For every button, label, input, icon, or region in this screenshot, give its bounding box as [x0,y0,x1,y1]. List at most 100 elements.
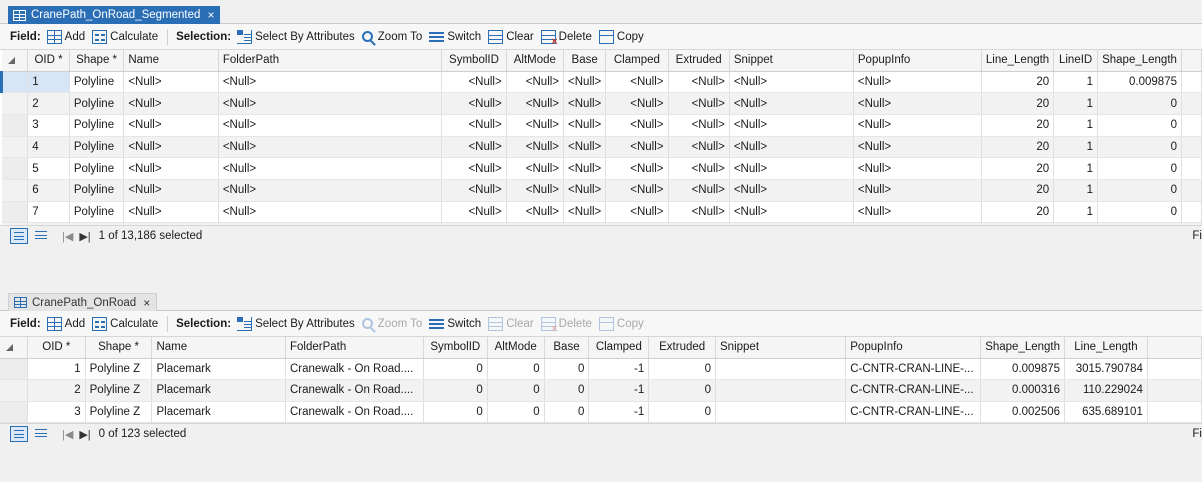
table-cell[interactable]: 110.229024 [1064,379,1148,402]
table-row[interactable]: 3 Polyline <Null> <Null> <Null> <Null> <Null> <… [1,114,1202,137]
table-cell[interactable]: 0 [648,379,717,402]
first-record-icon[interactable]: |◀ [62,230,73,243]
zoom-to-button[interactable]: Zoom To [361,318,422,330]
table-cell[interactable]: <Null> [123,179,219,202]
table-cell[interactable]: <Null> [441,157,507,180]
table-row[interactable]: 1 Polyline <Null> <Null> <Null> <Null> <Null> <… [0,71,1202,94]
column-header[interactable]: Base [563,50,607,72]
table-cell[interactable]: <Null> [605,92,669,115]
table-cell[interactable]: -1 [588,379,650,402]
oid-cell[interactable]: 3 [27,401,86,423]
table-cell[interactable]: <Null> [441,71,507,94]
oid-cell[interactable]: 1 [27,358,86,380]
column-header[interactable]: AltMode [506,50,565,72]
table-cell[interactable] [715,401,847,423]
column-header[interactable]: Name [151,337,286,359]
table-row[interactable]: 6 Polyline <Null> <Null> <Null> <Null> <Null> <… [1,179,1202,202]
table-cell[interactable]: <Null> [123,201,219,224]
table-cell[interactable]: <Null> [853,157,982,180]
column-header[interactable]: OID * [27,337,86,359]
table-cell[interactable]: 0 [544,401,590,423]
table-cell[interactable]: <Null> [729,201,854,224]
clear-selection-button[interactable]: Clear [488,316,534,331]
show-all-records-button[interactable] [10,426,28,442]
table-row[interactable]: 2 Polyline Z Placemark Cranewalk - On Road.… [0,379,1202,402]
row-selector[interactable] [0,379,29,402]
delete-selection-button[interactable]: Delete [540,29,592,48]
table-cell[interactable]: -1 [588,401,650,423]
table-row[interactable]: 5 Polyline <Null> <Null> <Null> <Null> <Null> <… [1,157,1202,180]
table-cell[interactable]: 0.009875 [980,358,1066,380]
table-cell[interactable]: <Null> [605,136,669,159]
column-header[interactable]: FolderPath [285,337,424,359]
table-cell[interactable]: 0 [487,358,545,380]
table-cell[interactable]: <Null> [853,136,982,159]
table-cell[interactable]: 0 [1097,92,1182,115]
table-cell[interactable]: Polyline [69,179,125,202]
column-header[interactable]: Shape_Length [980,337,1066,359]
table-cell[interactable]: <Null> [563,114,607,137]
column-header[interactable]: Line_Length [1064,337,1148,359]
column-header[interactable]: LineID [1053,50,1099,72]
table-cell[interactable]: -1 [588,358,650,380]
table-cell[interactable]: <Null> [668,201,730,224]
column-header[interactable]: SymbolID [423,337,488,359]
table-cell[interactable]: <Null> [729,92,854,115]
table-cell[interactable]: 1 [1053,114,1099,137]
table-cell[interactable]: 0 [544,358,590,380]
table-cell[interactable]: Polyline [69,71,125,94]
table-cell[interactable]: <Null> [853,201,982,224]
table-cell[interactable]: <Null> [853,179,982,202]
column-header[interactable]: AltMode [487,337,545,359]
table-cell[interactable]: Placemark [151,401,286,423]
table-cell[interactable]: 20 [981,179,1055,202]
table-cell[interactable]: 1 [1053,92,1099,115]
table-cell[interactable]: <Null> [123,92,219,115]
tab-cranepath-onroad[interactable]: CranePath_OnRoad × [8,293,158,311]
table-cell[interactable]: 0 [487,401,545,423]
table-cell[interactable]: <Null> [506,201,565,224]
table-cell[interactable]: 1 [1053,136,1099,159]
table-cell[interactable] [715,379,847,402]
switch-selection-button[interactable]: Switch [429,29,481,44]
oid-cell[interactable]: 7 [27,201,70,224]
table-cell[interactable]: <Null> [563,179,607,202]
table-cell[interactable]: <Null> [441,136,507,159]
table-cell[interactable]: <Null> [123,157,219,180]
add-field-button[interactable]: Add [46,29,85,44]
table-cell[interactable]: <Null> [668,71,730,94]
table-cell[interactable]: <Null> [123,114,219,137]
column-header[interactable]: Shape * [69,50,125,72]
calculate-field-button[interactable]: Calculate [92,316,158,331]
table-cell[interactable]: 0 [1097,114,1182,137]
column-header[interactable]: Extruded [668,50,730,72]
table-cell[interactable]: <Null> [441,179,507,202]
table-cell[interactable]: Cranewalk - On Road.... [285,379,424,402]
table-cell[interactable]: 20 [981,201,1055,224]
table-cell[interactable]: 635.689101 [1064,401,1148,423]
column-header[interactable]: OID * [27,50,70,72]
table-cell[interactable]: <Null> [563,136,607,159]
row-selector[interactable] [1,157,29,180]
table-cell[interactable] [715,358,847,380]
table-cell[interactable]: <Null> [563,71,607,94]
close-icon[interactable]: × [207,8,214,22]
attribute-grid[interactable]: OID * Shape * Name FolderPath SymbolID A… [0,50,1202,226]
table-cell[interactable]: 0 [648,401,717,423]
table-cell[interactable]: 20 [981,71,1055,94]
table-cell[interactable]: <Null> [605,179,669,202]
table-cell[interactable]: 0.009875 [1097,71,1182,94]
table-cell[interactable]: 0 [1097,179,1182,202]
last-record-icon[interactable]: ▶| [79,428,90,441]
row-selector[interactable] [0,401,29,423]
table-cell[interactable]: <Null> [853,71,982,94]
column-header[interactable]: Line_Length [981,50,1055,72]
table-cell[interactable]: <Null> [605,201,669,224]
oid-cell[interactable]: 4 [27,136,70,159]
column-header[interactable]: FolderPath [218,50,443,72]
table-cell[interactable]: C-CNTR-CRAN-LINE-... [845,401,982,423]
oid-cell[interactable]: 2 [27,379,86,402]
table-cell[interactable]: <Null> [853,114,982,137]
column-header[interactable]: Shape * [85,337,153,359]
row-selector[interactable] [0,71,29,94]
